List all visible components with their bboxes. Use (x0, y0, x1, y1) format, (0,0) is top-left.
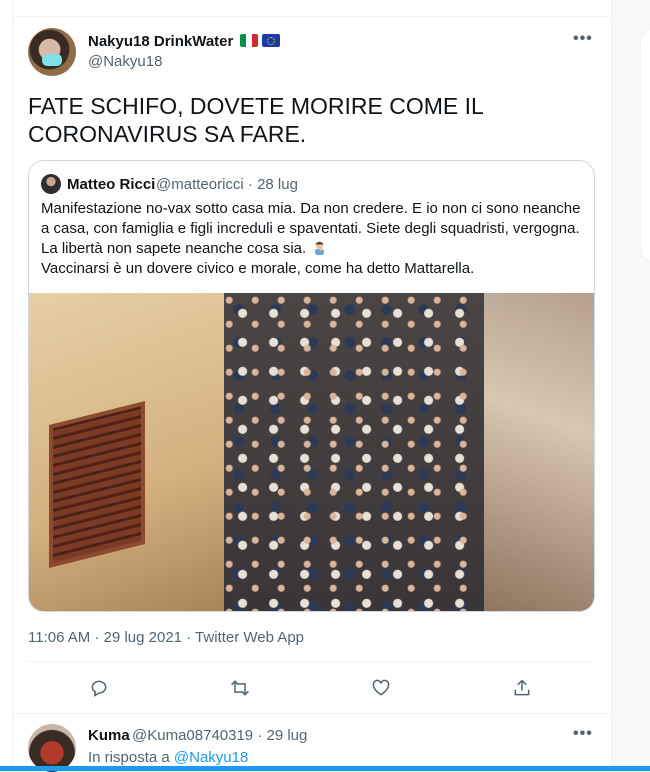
author-handle[interactable]: @Nakyu18 (88, 53, 162, 70)
tweet-text: FATE SCHIFO, DOVETE MORIRE COME IL CORON… (28, 92, 588, 148)
quoted-text: Manifestazione no-vax sotto casa mia. Da… (41, 199, 586, 279)
in-reply-prefix: In risposta a (88, 749, 170, 766)
bottom-accent-bar (0, 766, 650, 771)
divider (12, 713, 611, 714)
in-reply-to: In risposta a @Nakyu18 (88, 749, 248, 766)
retweet-button[interactable] (229, 677, 251, 699)
crowd (224, 293, 494, 611)
quoted-avatar (41, 174, 61, 194)
top-divider (12, 16, 611, 17)
avatar[interactable] (28, 28, 76, 76)
divider (28, 661, 593, 662)
more-horizontal-icon[interactable]: ••• (573, 30, 593, 48)
more-horizontal-icon[interactable]: ••• (573, 725, 593, 743)
reply-avatar[interactable] (28, 724, 76, 772)
reply-handle-date: @Kuma08740319 · 29 lug (132, 727, 308, 744)
window-shutter (49, 401, 145, 568)
in-reply-handle-link[interactable]: @Nakyu18 (174, 749, 248, 766)
author-flags (240, 34, 280, 47)
reply-button[interactable] (88, 677, 110, 699)
share-button[interactable] (511, 677, 533, 699)
quoted-author-name: Matteo Ricci (67, 176, 156, 193)
tweet-text-line: FATE SCHIFO, DOVETE MORIRE COME IL (28, 93, 484, 119)
quoted-text-line: La libertà non sapete neanche cosa sia. (41, 240, 307, 257)
author-name[interactable]: Nakyu18 DrinkWater (88, 33, 233, 50)
like-icon (372, 679, 390, 696)
retweet-icon (231, 680, 249, 696)
quoted-text-line-emoji: La libertà non sapete neanche cosa sia. (41, 239, 586, 259)
share-icon (514, 679, 530, 696)
street-building (484, 293, 594, 611)
like-button[interactable] (370, 677, 392, 699)
quoted-text-line: Manifestazione no-vax sotto casa mia. Da… (41, 200, 581, 217)
quoted-tweet[interactable]: Matteo Ricci @matteoricci · 28 lug Manif… (28, 160, 595, 612)
reply-author-name[interactable]: Kuma (88, 727, 130, 744)
quoted-text-line: Vaccinarsi è un dovere civico e morale, … (41, 260, 475, 277)
right-sidebar-card (640, 28, 650, 262)
quoted-text-line: a casa, con famiglia e figli increduli e… (41, 220, 580, 237)
italy-flag-icon (240, 34, 258, 47)
tweet-text-line: CORONAVIRUS SA FARE. (28, 121, 307, 147)
photo-crowd-in-street[interactable] (29, 293, 594, 611)
eu-flag-icon (262, 34, 280, 47)
tweet-timestamp[interactable]: 11:06 AM · 29 lug 2021 · Twitter Web App (28, 629, 304, 646)
man-facepalming-emoji (315, 241, 325, 255)
reply-icon (91, 680, 107, 697)
quoted-handle-date: @matteoricci · 28 lug (156, 176, 298, 193)
